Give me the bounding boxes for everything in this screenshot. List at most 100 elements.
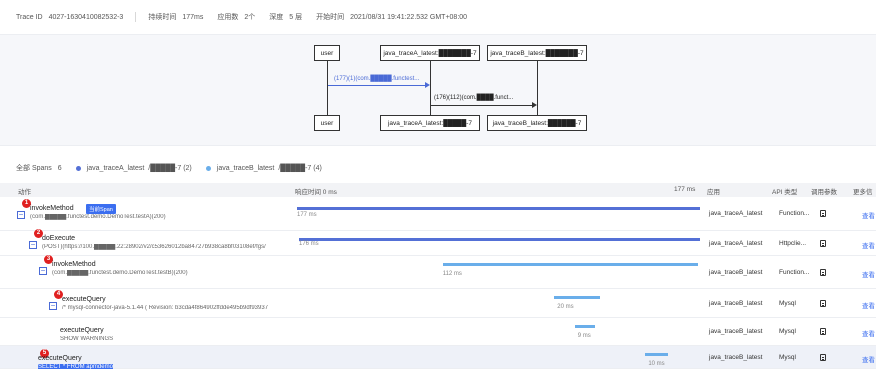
app-count-value: 2个 — [244, 14, 256, 21]
duration-label: 9 ms — [577, 333, 591, 339]
header-divider — [135, 12, 137, 22]
table-row[interactable]: executeQuery SHOW WARNINGS 9 ms java_traceB… — [0, 318, 876, 346]
message-arrow-1 — [328, 85, 427, 86]
table-row[interactable]: 1− invokeMethod (com.█████.functest.demo.D… — [0, 197, 876, 231]
legend-app-a-suffix: /█████-7 (2) — [148, 164, 192, 172]
lifeline-user — [327, 61, 328, 123]
message-label-1[interactable]: (177)(1)(com.█████.functest... — [334, 76, 419, 82]
table-row[interactable]: 5 executeQuery SELECT * FROM apmdemo 10 ms j… — [0, 346, 876, 369]
span-name[interactable]: executeQuery — [38, 355, 82, 362]
api-type: Function... — [779, 210, 810, 217]
arrowhead-icon — [425, 82, 430, 88]
duration-bar[interactable] — [299, 238, 700, 241]
api-type: Httpclie... — [779, 240, 807, 247]
col-end-time: 177 ms — [674, 186, 696, 193]
span-detail: (com.█████.functest.demo.DemoTest.testB)… — [52, 270, 188, 276]
duration-label: 112 ms — [442, 271, 462, 277]
duration-bar[interactable] — [574, 325, 596, 328]
span-summary: 全部 Spans 6 java_traceA_latest /█████-7 (… — [16, 163, 322, 173]
legend-app-b-suffix: /█████-7 (4) — [278, 164, 322, 172]
view-link[interactable]: 查看 — [862, 269, 875, 279]
actor-trace-b-bottom[interactable]: java_traceB_latest:██████-7 — [487, 115, 587, 131]
view-link[interactable]: 查看 — [862, 210, 875, 220]
span-name[interactable]: invokeMethod — [52, 261, 96, 268]
collapse-icon[interactable]: − — [17, 211, 25, 219]
message-label-2[interactable]: (176)(112)(com.████.funct... — [434, 95, 513, 101]
params-icon[interactable] — [820, 354, 826, 361]
span-detail: (POST)(https://100.█████.22:28902/v2/c53… — [42, 244, 266, 250]
api-type: Mysql — [779, 328, 796, 335]
collapse-icon[interactable]: − — [39, 267, 47, 275]
span-name[interactable]: executeQuery — [62, 296, 106, 303]
all-spans-count: 6 — [57, 164, 62, 172]
params-icon[interactable] — [820, 240, 826, 247]
table-row[interactable]: 4− executeQuery/* mysql-connector-java-5.… — [0, 289, 876, 318]
span-detail: (com.█████.functest.demo.DemoTest.testA)… — [30, 214, 166, 220]
app-name: java_traceB_latest — [709, 269, 763, 276]
col-action: 动作 — [18, 189, 31, 196]
duration-label: 持续时间 — [148, 14, 177, 21]
legend-app-b[interactable]: java_traceB_latest — [217, 165, 275, 172]
params-icon[interactable] — [820, 269, 826, 276]
start-time-value: 2021/08/31 19:41:22.532 GMT+08:00 — [350, 13, 468, 21]
legend-dot-b — [205, 165, 211, 171]
legend-app-a[interactable]: java_traceA_latest — [87, 165, 145, 172]
actor-trace-b-top[interactable]: java_traceB_latest:███████-7 — [487, 45, 587, 61]
all-spans-label[interactable]: 全部 Spans — [16, 163, 52, 173]
api-type: Function... — [779, 269, 810, 276]
span-detail: SHOW WARNINGS — [60, 336, 114, 342]
col-response-time: 响应时间 0 ms — [295, 189, 337, 196]
app-count-label: 应用数 — [217, 14, 239, 21]
duration-value: 177ms — [182, 13, 204, 21]
duration-label: 20 ms — [557, 304, 574, 310]
duration-bar[interactable] — [442, 263, 698, 266]
view-link[interactable]: 查看 — [862, 328, 875, 338]
col-more: 更多信 — [853, 189, 873, 196]
lifeline-trace-b — [537, 61, 538, 123]
trace-id-value: 4027-1630410082532-3 — [48, 13, 124, 21]
params-icon[interactable] — [820, 328, 826, 335]
col-app: 应用 — [707, 189, 720, 196]
legend-dot-a — [75, 165, 81, 171]
depth-value: 5 层 — [289, 14, 303, 21]
span-detail: /* mysql-connector-java-5.1.44 ( Revisio… — [62, 305, 269, 311]
span-name[interactable]: invokeMethod — [30, 205, 74, 212]
lifeline-trace-a — [430, 61, 431, 123]
api-type: Mysql — [779, 354, 796, 361]
depth-label: 深度 — [269, 14, 284, 21]
table-header: 动作 响应时间 0 ms 177 ms 应用 API 类型 调用参数 更多信 — [0, 183, 876, 197]
duration-bar[interactable] — [297, 207, 700, 210]
span-detail: SELECT * FROM apmdemo — [38, 364, 113, 369]
actor-user-top[interactable]: user — [314, 45, 340, 61]
actor-trace-a-bottom[interactable]: java_traceA_latest:█████-7 — [380, 115, 480, 131]
view-link[interactable]: 查看 — [862, 300, 875, 310]
table-row[interactable]: 2− doExecute (POST)(https://100.█████.22:2… — [0, 229, 876, 256]
app-name: java_traceA_latest — [709, 210, 763, 217]
app-name: java_traceB_latest — [709, 354, 763, 361]
current-span-tag: 当前Span — [86, 204, 116, 214]
table-row[interactable]: 3− invokeMethod (com.█████.functest.demo.D… — [0, 255, 876, 289]
col-params: 调用参数 — [811, 189, 837, 196]
span-name[interactable]: doExecute — [42, 235, 75, 242]
duration-bar[interactable] — [554, 296, 600, 299]
api-type: Mysql — [779, 300, 796, 307]
app-name: java_traceB_latest — [709, 328, 763, 335]
duration-bar[interactable] — [645, 353, 669, 356]
start-time-label: 开始时间 — [316, 14, 345, 21]
view-link[interactable]: 查看 — [862, 240, 875, 250]
trace-id-label: Trace ID — [16, 13, 43, 21]
trace-header: Trace ID 4027-1630410082532-3 持续时间 177ms… — [0, 0, 876, 34]
collapse-icon[interactable]: − — [49, 302, 57, 310]
span-name[interactable]: executeQuery — [60, 327, 104, 334]
params-icon[interactable] — [820, 300, 826, 307]
collapse-icon[interactable]: − — [29, 241, 37, 249]
app-name: java_traceA_latest — [709, 240, 763, 247]
actor-trace-a-top[interactable]: java_traceA_latest:███████-7 — [380, 45, 480, 61]
view-link[interactable]: 查看 — [862, 354, 875, 364]
actor-user-bottom[interactable]: user — [314, 115, 340, 131]
app-name: java_traceB_latest — [709, 300, 763, 307]
arrowhead-icon — [532, 102, 537, 108]
params-icon[interactable] — [820, 210, 826, 217]
col-api-type: API 类型 — [772, 189, 798, 196]
message-arrow-2 — [431, 105, 534, 106]
